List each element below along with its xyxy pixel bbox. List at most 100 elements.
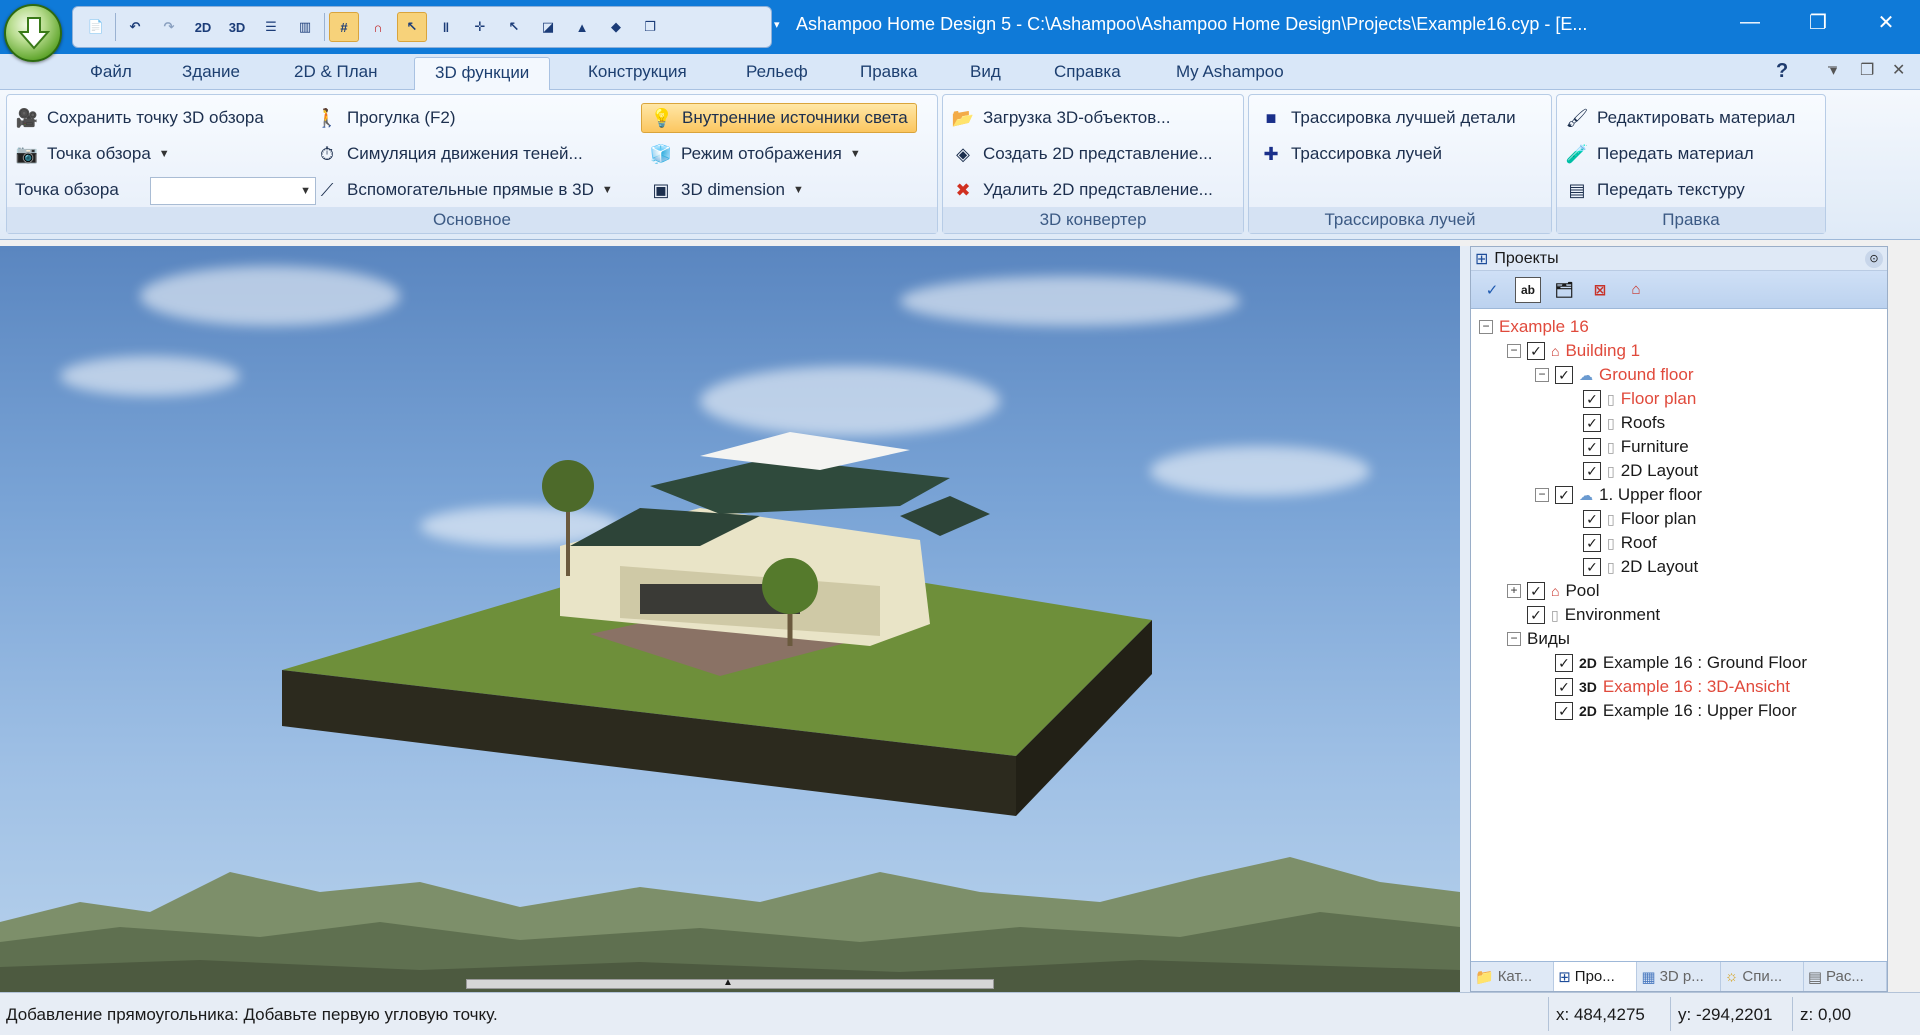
magnet-icon[interactable]: ∩ xyxy=(363,12,393,42)
tab-list[interactable]: ☼ Спи... xyxy=(1721,962,1804,991)
tree-node[interactable]: ✓ 2D Example 16 : Upper Floor xyxy=(1535,699,1797,723)
edit-material-button[interactable]: 🖌 Редактировать материал xyxy=(1565,103,1796,133)
mdi-close-icon[interactable]: ✕ xyxy=(1892,60,1905,80)
visibility-checkbox[interactable]: ✓ xyxy=(1583,534,1601,552)
visibility-checkbox[interactable]: ✓ xyxy=(1583,390,1601,408)
tree-node[interactable]: − ✓ ☁ 1. Upper floor xyxy=(1535,483,1702,507)
raytrace-button[interactable]: ✚ Трассировка лучей xyxy=(1259,139,1442,169)
tree-node[interactable]: − ✓ ⌂ Building 1 xyxy=(1507,339,1640,363)
collapse-icon[interactable]: − xyxy=(1535,488,1549,502)
select-arrow-icon[interactable]: ↖ xyxy=(499,12,529,42)
viewpoint-select[interactable]: ▼ xyxy=(150,177,316,205)
app-menu-button[interactable] xyxy=(4,4,62,62)
visibility-checkbox[interactable]: ✓ xyxy=(1583,510,1601,528)
transfer-material-button[interactable]: 🧪 Передать материал xyxy=(1565,139,1754,169)
save-viewpoint-button[interactable]: 🎥 Сохранить точку 3D обзора xyxy=(15,103,264,133)
paint-icon[interactable]: ◆ xyxy=(601,12,631,42)
tree-node[interactable]: + ✓ ⌂ Pool xyxy=(1507,579,1600,603)
collapse-icon[interactable]: − xyxy=(1479,320,1493,334)
tab-building[interactable]: Здание xyxy=(182,62,240,82)
tab-my-ashampoo[interactable]: My Ashampoo xyxy=(1176,62,1284,82)
tab-calculation[interactable]: ▤ Рас... xyxy=(1804,962,1888,991)
transform-icon[interactable]: ◪ xyxy=(533,12,563,42)
add-building-icon[interactable]: ⌂ xyxy=(1623,277,1649,303)
check-icon[interactable]: ✓ xyxy=(1479,277,1505,303)
visibility-checkbox[interactable]: ✓ xyxy=(1527,606,1545,624)
aux-lines-3d-button[interactable]: ⟋ Вспомогательные прямые в 3D ▼ xyxy=(315,175,613,205)
tree-node[interactable]: ✓ ▯ 2D Layout xyxy=(1563,555,1698,579)
rename-icon[interactable]: ab xyxy=(1515,276,1541,303)
new-file-icon[interactable]: 📄 xyxy=(81,12,111,42)
horizontal-split-icon[interactable]: ☰ xyxy=(256,12,286,42)
tree-node[interactable]: ✓ 3D Example 16 : 3D-Ansicht xyxy=(1535,675,1790,699)
visibility-checkbox[interactable]: ✓ xyxy=(1583,462,1601,480)
maximize-button[interactable]: ❐ xyxy=(1784,0,1852,44)
qat-customize-icon[interactable]: ▾ xyxy=(774,18,780,31)
tab-view[interactable]: Вид xyxy=(970,62,1001,82)
redo-icon[interactable]: ↷ xyxy=(154,12,184,42)
tab-terrain[interactable]: Рельеф xyxy=(746,62,808,82)
visibility-checkbox[interactable]: ✓ xyxy=(1527,342,1545,360)
mdi-minimize-icon[interactable]: – xyxy=(1828,58,1837,76)
dimension-3d-button[interactable]: ▣ 3D dimension ▼ xyxy=(649,175,803,205)
visibility-checkbox[interactable]: ✓ xyxy=(1555,702,1573,720)
shadow-simulation-button[interactable]: ⏱ Симуляция движения теней... xyxy=(315,139,583,169)
tree-node[interactable]: ✓ ▯ 2D Layout xyxy=(1563,459,1698,483)
properties-icon[interactable]: 🗂 xyxy=(1551,277,1577,303)
tab-3d-functions[interactable]: 3D функции xyxy=(414,57,551,91)
tab-projects[interactable]: ⊞ Про... xyxy=(1554,962,1638,991)
tab-catalog[interactable]: 📁 Кат... xyxy=(1471,962,1555,991)
tree-node[interactable]: − ✓ ☁ Ground floor xyxy=(1535,363,1694,387)
transfer-texture-button[interactable]: ▤ Передать текстуру xyxy=(1565,175,1744,205)
visibility-checkbox[interactable]: ✓ xyxy=(1583,414,1601,432)
load-3d-objects-button[interactable]: 📂 Загрузка 3D-объектов... xyxy=(951,103,1171,133)
viewport-scrollbar[interactable]: ▲ xyxy=(466,977,994,989)
tree-node[interactable]: ✓ ▯ Floor plan xyxy=(1563,387,1696,411)
tree-node[interactable]: − Виды xyxy=(1507,627,1570,651)
tab-file[interactable]: Файл xyxy=(90,62,132,82)
raytrace-best-detail-button[interactable]: ■ Трассировка лучшей детали xyxy=(1259,103,1516,133)
visibility-checkbox[interactable]: ✓ xyxy=(1527,582,1545,600)
grid-icon[interactable]: # xyxy=(329,12,359,42)
help-icon[interactable]: ? xyxy=(1776,60,1788,83)
panel-splitter[interactable] xyxy=(1460,246,1470,992)
mdi-restore-icon[interactable]: ❐ xyxy=(1860,60,1874,80)
view-3d-button[interactable]: 3D xyxy=(222,12,252,42)
tab-help[interactable]: Справка xyxy=(1054,62,1121,82)
pin-icon[interactable]: ⊙ xyxy=(1865,250,1883,268)
visibility-checkbox[interactable]: ✓ xyxy=(1583,558,1601,576)
tab-3d-render[interactable]: ▦ 3D р... xyxy=(1637,962,1721,991)
walk-button[interactable]: 🚶 Прогулка (F2) xyxy=(315,103,456,133)
visibility-checkbox[interactable]: ✓ xyxy=(1555,366,1573,384)
collapse-icon[interactable]: − xyxy=(1535,368,1549,382)
delete-icon[interactable]: ⊠ xyxy=(1587,277,1613,303)
tree-node[interactable]: − Example 16 xyxy=(1479,315,1589,339)
tab-construction[interactable]: Конструкция xyxy=(588,62,687,82)
color-picker-icon[interactable]: ▲ xyxy=(567,12,597,42)
visibility-checkbox[interactable]: ✓ xyxy=(1555,654,1573,672)
interior-lights-button[interactable]: 💡 Внутренние источники света xyxy=(641,103,917,133)
close-button[interactable]: ✕ xyxy=(1852,0,1920,44)
3d-viewport[interactable]: ▲ xyxy=(0,246,1460,992)
crosshair-icon[interactable]: ✛ xyxy=(465,12,495,42)
tab-edit[interactable]: Правка xyxy=(860,62,917,82)
vertical-split-icon[interactable]: ▥ xyxy=(290,12,320,42)
collapse-icon[interactable]: − xyxy=(1507,632,1521,646)
minimize-button[interactable]: — xyxy=(1716,0,1784,44)
guide-lines-icon[interactable]: ‖ xyxy=(431,12,461,42)
viewpoint-button[interactable]: 📷 Точка обзора ▼ xyxy=(15,139,170,169)
undo-icon[interactable]: ↶ xyxy=(120,12,150,42)
view-2d-button[interactable]: 2D xyxy=(188,12,218,42)
visibility-checkbox[interactable]: ✓ xyxy=(1555,486,1573,504)
snap-cursor-icon[interactable]: ↖ xyxy=(397,12,427,42)
delete-2d-representation-button[interactable]: ✖ Удалить 2D представление... xyxy=(951,175,1212,205)
tree-node[interactable]: ✓ ▯ Furniture xyxy=(1563,435,1689,459)
tree-node[interactable]: ✓ ▯ Floor plan xyxy=(1563,507,1696,531)
create-2d-representation-button[interactable]: ◈ Создать 2D представление... xyxy=(951,139,1212,169)
visibility-checkbox[interactable]: ✓ xyxy=(1583,438,1601,456)
tree-node[interactable]: ✓ ▯ Environment xyxy=(1507,603,1660,627)
tree-node[interactable]: ✓ 2D Example 16 : Ground Floor xyxy=(1535,651,1807,675)
scroll-up-arrow-icon[interactable]: ▲ xyxy=(723,977,733,988)
collapse-icon[interactable]: − xyxy=(1507,344,1521,358)
tree-node[interactable]: ✓ ▯ Roofs xyxy=(1563,411,1665,435)
